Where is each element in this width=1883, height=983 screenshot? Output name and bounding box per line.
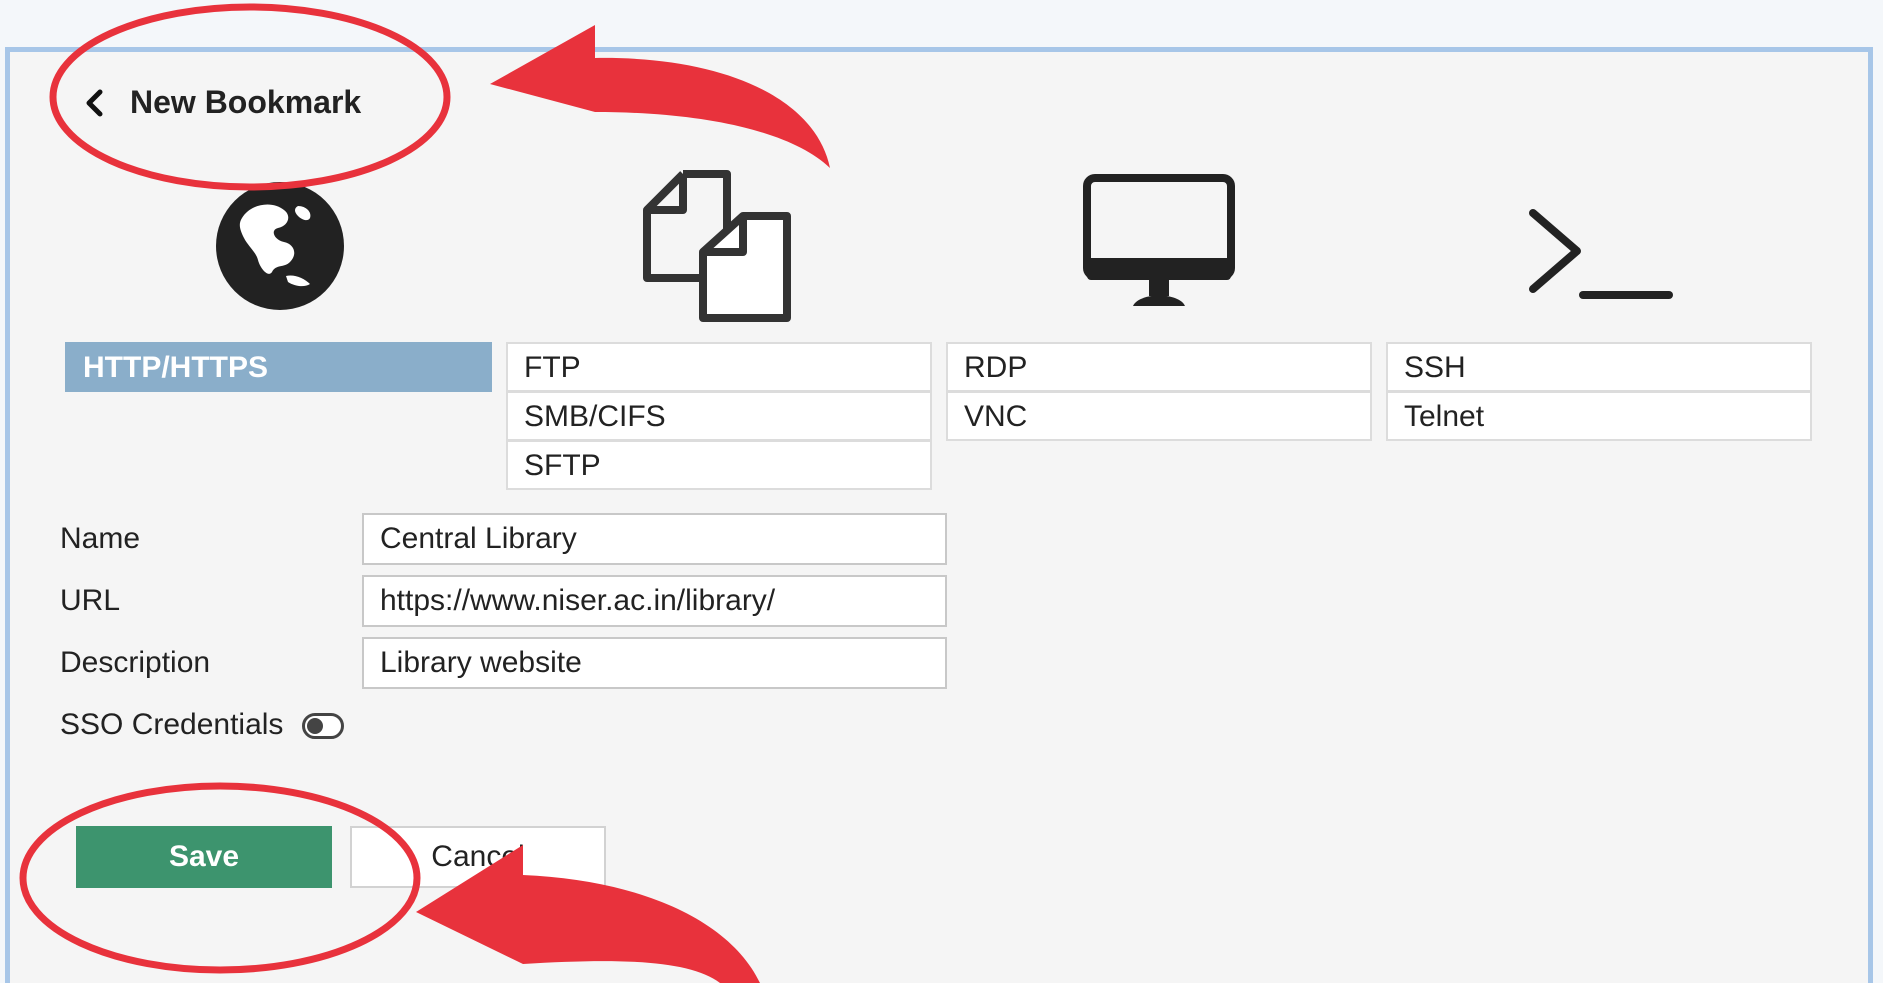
type-sftp[interactable]: SFTP	[506, 440, 932, 490]
name-label: Name	[60, 522, 141, 555]
globe-icon[interactable]	[214, 180, 346, 312]
description-field[interactable]	[362, 637, 947, 689]
url-label: URL	[60, 584, 121, 617]
description-label: Description	[60, 646, 211, 679]
url-field[interactable]	[362, 575, 947, 627]
monitor-icon[interactable]	[1083, 174, 1235, 310]
type-vnc[interactable]: VNC	[946, 391, 1372, 441]
terminal-icon[interactable]	[1527, 205, 1673, 301]
type-telnet[interactable]: Telnet	[1386, 391, 1812, 441]
files-icon[interactable]	[643, 170, 795, 322]
name-field[interactable]	[362, 513, 947, 565]
cancel-button[interactable]: Cancel	[350, 826, 606, 888]
type-rdp[interactable]: RDP	[946, 342, 1372, 392]
page-title: New Bookmark	[130, 84, 362, 120]
save-button[interactable]: Save	[76, 826, 332, 888]
type-ssh[interactable]: SSH	[1386, 342, 1812, 392]
page-header: New Bookmark	[80, 84, 361, 121]
type-ftp[interactable]: FTP	[506, 342, 932, 392]
sso-credentials-toggle[interactable]	[302, 713, 344, 739]
sso-credentials-label: SSO Credentials	[60, 708, 284, 741]
chevron-left-icon[interactable]	[80, 88, 110, 118]
type-smb-cifs[interactable]: SMB/CIFS	[506, 391, 932, 441]
type-http-https[interactable]: HTTP/HTTPS	[65, 342, 492, 392]
toggle-knob	[307, 718, 323, 734]
